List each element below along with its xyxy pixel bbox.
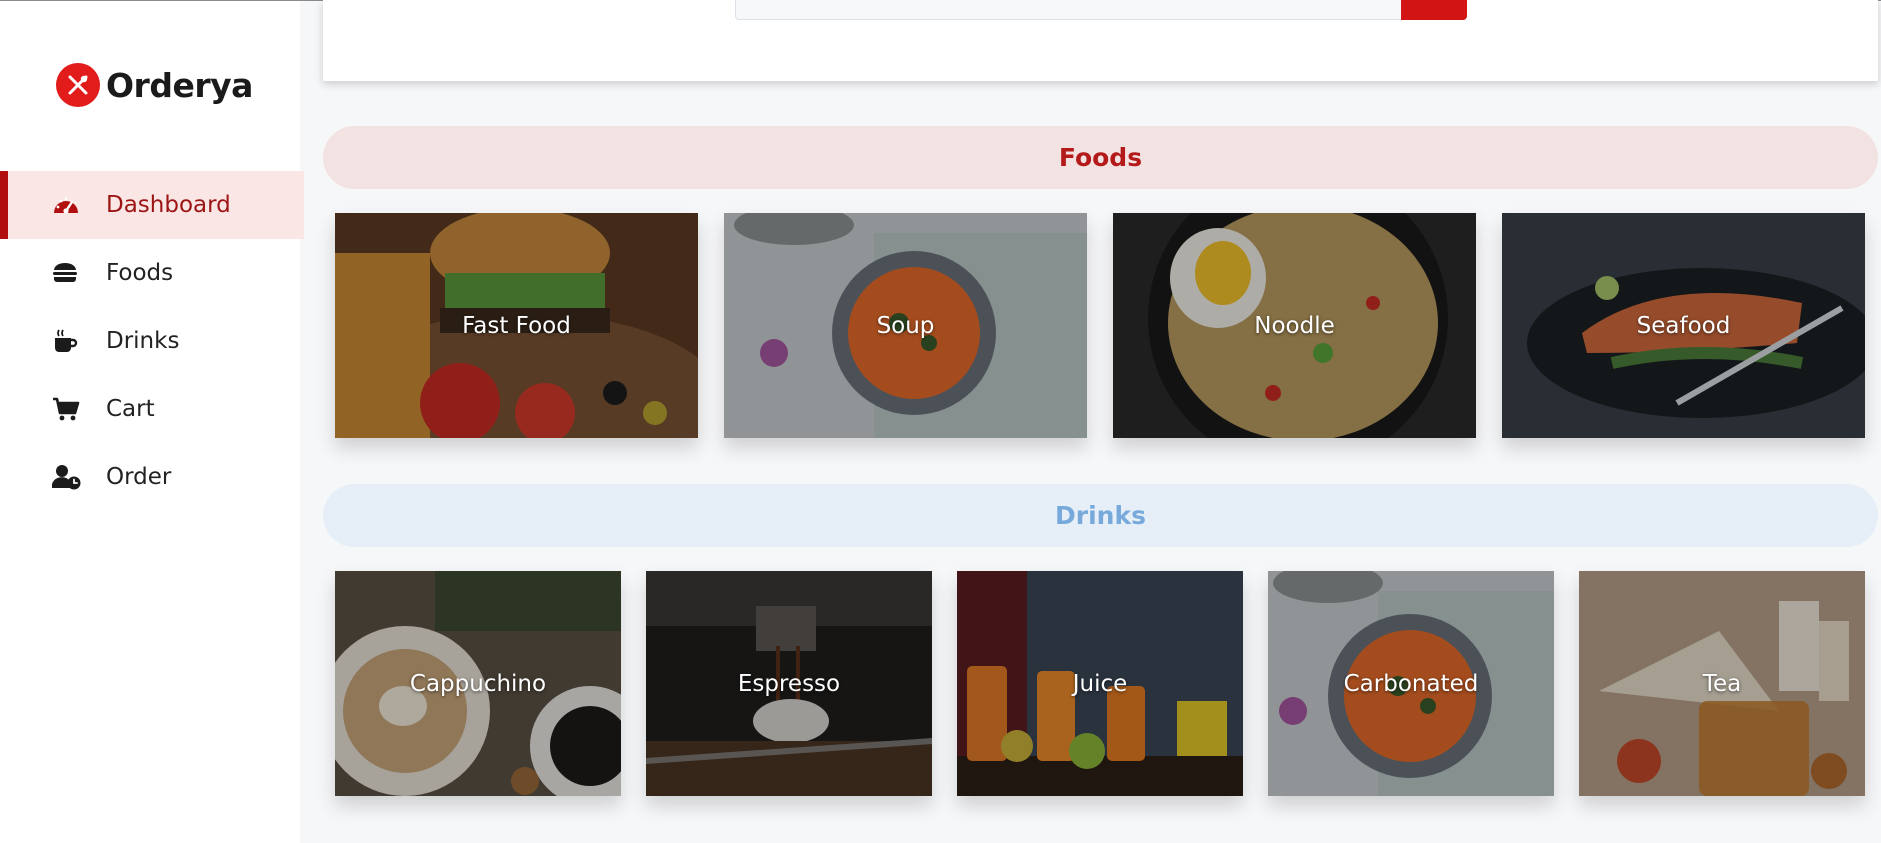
search-input[interactable] — [735, 0, 1405, 20]
category-card-tea[interactable]: Tea — [1579, 571, 1865, 796]
category-card-seafood[interactable]: Seafood — [1502, 213, 1865, 438]
drinks-section-header: Drinks — [323, 484, 1878, 547]
sidebar-item-order[interactable]: Order — [0, 443, 304, 511]
card-label: Juice — [1072, 670, 1128, 697]
coffee-cup-icon — [52, 327, 84, 355]
sidebar-item-foods[interactable]: Foods — [0, 239, 304, 307]
section-title: Foods — [1058, 143, 1143, 172]
category-card-soup[interactable]: Soup — [724, 213, 1087, 438]
category-card-fast-food[interactable]: Fast Food — [335, 213, 698, 438]
sidebar-item-label: Foods — [106, 260, 174, 286]
card-label: Seafood — [1636, 312, 1731, 339]
burger-icon — [52, 259, 84, 287]
foods-section-header: Foods — [323, 126, 1878, 189]
user-clock-icon — [52, 463, 84, 491]
gauge-icon — [52, 191, 84, 219]
cart-icon — [52, 395, 84, 423]
top-search-card — [323, 0, 1878, 81]
sidebar: Orderya Dashboard Foods Drinks Cart Orde… — [0, 1, 304, 843]
card-label: Espresso — [737, 670, 841, 697]
sidebar-item-drinks[interactable]: Drinks — [0, 307, 304, 375]
card-label: Tea — [1702, 670, 1742, 697]
sidebar-item-label: Cart — [106, 396, 155, 422]
category-card-espresso[interactable]: Espresso — [646, 571, 932, 796]
card-label: Fast Food — [462, 312, 571, 339]
card-label: Cappuchino — [409, 670, 547, 697]
search-button[interactable] — [1401, 0, 1467, 20]
category-card-cappuchino[interactable]: Cappuchino — [335, 571, 621, 796]
sidebar-nav: Dashboard Foods Drinks Cart Order — [0, 171, 304, 511]
brand-logo[interactable]: Orderya — [56, 61, 253, 109]
utensils-logo-icon — [56, 63, 100, 107]
sidebar-item-dashboard[interactable]: Dashboard — [0, 171, 304, 239]
sidebar-item-label: Order — [106, 464, 172, 490]
category-card-carbonated[interactable]: Carbonated — [1268, 571, 1554, 796]
card-label: Noodle — [1254, 312, 1335, 339]
section-title: Drinks — [1055, 501, 1146, 530]
sidebar-item-cart[interactable]: Cart — [0, 375, 304, 443]
card-label: Soup — [876, 312, 935, 339]
brand-name: Orderya — [106, 65, 253, 105]
sidebar-item-label: Drinks — [106, 328, 180, 354]
category-card-juice[interactable]: Juice — [957, 571, 1243, 796]
card-label: Carbonated — [1343, 670, 1479, 697]
sidebar-item-label: Dashboard — [106, 192, 231, 218]
category-card-noodle[interactable]: Noodle — [1113, 213, 1476, 438]
